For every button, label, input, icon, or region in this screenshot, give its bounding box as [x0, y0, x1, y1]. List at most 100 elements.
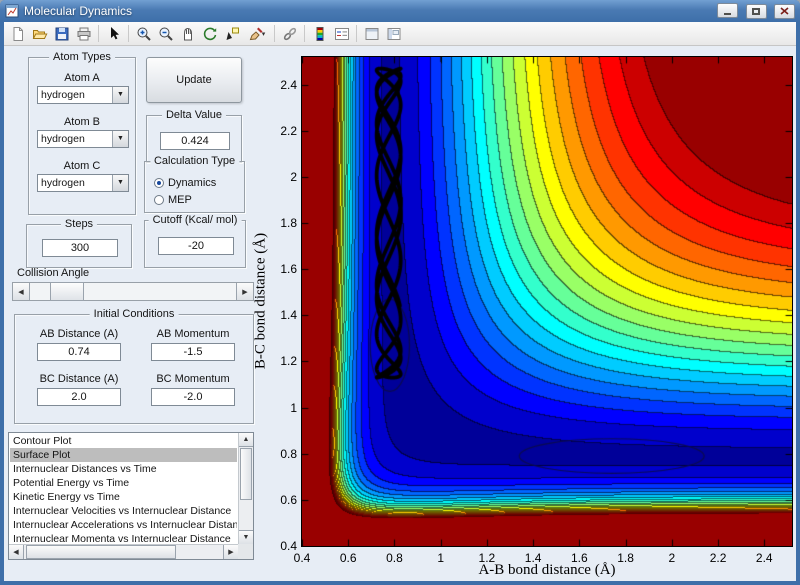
y-tick-label: 0.6 [280, 492, 297, 507]
calc-type-option-mep[interactable]: MEP [154, 192, 192, 207]
x-tick-label: 2 [668, 551, 676, 565]
collision-angle-label: Collision Angle [17, 267, 90, 279]
y-tick-label: 1.8 [280, 216, 297, 231]
arrow-left-icon: ◀ [13, 549, 19, 556]
listbox-vertical-scrollbar[interactable]: ▲ ▼ [238, 433, 253, 544]
arrow-right-icon: ▶ [242, 288, 248, 296]
plot-type-list: Contour Plot Surface Plot Internuclear Dis… [10, 434, 237, 543]
initial-condition-field[interactable]: 0.74 [37, 343, 121, 361]
plot-type-item[interactable]: Contour Plot [10, 434, 237, 448]
toolbar-separator [274, 25, 275, 42]
slider-right-arrow[interactable]: ▶ [236, 283, 253, 300]
x-axis-label: A-B bond distance (Å) [478, 562, 616, 578]
slider-left-arrow[interactable]: ◀ [13, 283, 30, 300]
scroll-up-button[interactable]: ▲ [239, 433, 253, 447]
arrow-right-icon: ▶ [228, 549, 234, 556]
calc-type-option-dynamics[interactable]: Dynamics [154, 175, 216, 190]
plot-type-item[interactable]: Surface Plot [10, 448, 237, 462]
scroll-left-button[interactable]: ◀ [9, 545, 24, 559]
close-icon [780, 7, 789, 15]
delta-value-field[interactable]: 0.424 [160, 132, 230, 150]
title-bar[interactable]: Molecular Dynamics [0, 0, 800, 22]
horizontal-scroll-thumb[interactable] [26, 545, 176, 559]
atom-b-dropdown[interactable]: hydrogen ▼ [37, 130, 129, 148]
listbox-horizontal-scrollbar[interactable]: ◀ ▶ [9, 544, 238, 559]
show-plot-tools-button[interactable] [383, 23, 404, 44]
steps-field[interactable]: 300 [42, 239, 118, 257]
zoom-out-button[interactable] [155, 23, 176, 44]
restore-icon [752, 8, 761, 15]
plot-type-listbox[interactable]: Contour Plot Surface Plot Internuclear Dis… [8, 432, 254, 560]
plot-type-item[interactable]: Internuclear Momenta vs Internuclear Dis… [10, 532, 237, 543]
plot-type-item[interactable]: Internuclear Velocities vs Internuclear … [10, 504, 237, 518]
hide-plot-tools-button[interactable] [361, 23, 382, 44]
insert-legend-button[interactable] [331, 23, 352, 44]
figure-client-area: Atom Types Atom A hydrogen ▼ Atom B hydrogen… [4, 46, 796, 581]
calc-type-option-label: Dynamics [168, 176, 217, 189]
slider-track[interactable] [30, 282, 236, 301]
cutoff-field[interactable]: -20 [158, 237, 234, 255]
plot-type-item[interactable]: Kinetic Energy vs Time [10, 490, 237, 504]
y-tick-label: 2.2 [280, 123, 297, 138]
steps-legend: Steps [60, 218, 98, 230]
calculation-type-panel: Calculation Type Dynamics MEP [144, 155, 245, 213]
y-tick-label: 0.4 [280, 539, 297, 553]
calc-type-option-label: MEP [168, 193, 192, 206]
dropdown-arrow-icon[interactable]: ▼ [112, 131, 128, 147]
scroll-down-button[interactable]: ▼ [239, 530, 253, 544]
zoom-in-button[interactable] [133, 23, 154, 44]
dropdown-arrow-icon[interactable]: ▼ [112, 175, 128, 191]
update-button[interactable]: Update [146, 57, 242, 103]
initial-condition-label: AB Momentum [156, 328, 230, 340]
pes-contour-canvas[interactable] [302, 57, 792, 546]
atom-b-label: Atom B [63, 116, 101, 128]
plot-type-item[interactable]: Internuclear Distances vs Time [10, 462, 237, 476]
dropdown-caret-icon[interactable]: ▾ [262, 30, 266, 38]
close-button[interactable] [774, 3, 795, 19]
x-tick-label: 2.2 [709, 551, 727, 565]
radio-button-icon[interactable] [154, 177, 164, 188]
show-plot-tools-icon [387, 27, 400, 40]
link-plot-button[interactable] [279, 23, 300, 44]
atom-c-label: Atom C [63, 160, 101, 172]
initial-condition-field[interactable]: 2.0 [37, 388, 121, 406]
y-axis-label: B-C bond distance (Å) [252, 232, 269, 370]
dropdown-arrow-icon[interactable]: ▼ [112, 87, 128, 103]
restore-button[interactable] [745, 4, 767, 19]
initial-condition-label: BC Distance (A) [39, 373, 119, 385]
brush-data-button[interactable]: ▾ [243, 23, 270, 44]
atom-types-legend: Atom Types [49, 51, 115, 63]
pan-hand-icon [183, 27, 192, 40]
plot-type-item[interactable]: Potential Energy vs Time [10, 476, 237, 490]
plot-type-item[interactable]: Internuclear Accelerations vs Internucle… [10, 518, 237, 532]
y-tick-label: 1.4 [280, 308, 297, 323]
open-file-button[interactable] [29, 23, 50, 44]
save-button[interactable] [51, 23, 72, 44]
radio-button-icon[interactable] [154, 194, 164, 205]
collision-angle-slider[interactable]: ◀ ▶ [12, 282, 254, 301]
print-button[interactable] [73, 23, 94, 44]
slider-thumb[interactable] [50, 282, 84, 301]
initial-condition-field[interactable]: -1.5 [151, 343, 235, 361]
horizontal-scroll-track[interactable] [24, 545, 223, 559]
atom-a-dropdown[interactable]: hydrogen ▼ [37, 86, 129, 104]
vertical-scroll-thumb[interactable] [240, 448, 252, 500]
insert-colorbar-button[interactable] [309, 23, 330, 44]
app-icon [5, 4, 19, 18]
initial-condition-field[interactable]: -2.0 [151, 388, 235, 406]
minimize-button[interactable] [717, 3, 739, 18]
edit-plot-button[interactable] [103, 23, 124, 44]
arrow-up-icon: ▲ [242, 436, 250, 443]
new-file-button[interactable] [7, 23, 28, 44]
arrow-left-icon: ◀ [18, 288, 24, 296]
scroll-right-button[interactable]: ▶ [223, 545, 238, 559]
data-cursor-button[interactable] [221, 23, 242, 44]
cutoff-legend: Cutoff (Kcal/ mol) [148, 214, 242, 226]
rotate-3d-button[interactable] [199, 23, 220, 44]
pan-button[interactable] [177, 23, 198, 44]
y-tick-label: 1.6 [280, 262, 297, 277]
legend-icon [334, 27, 349, 40]
toolbar-separator [98, 25, 99, 42]
window-buttons [714, 2, 795, 20]
atom-c-dropdown[interactable]: hydrogen ▼ [37, 174, 129, 192]
